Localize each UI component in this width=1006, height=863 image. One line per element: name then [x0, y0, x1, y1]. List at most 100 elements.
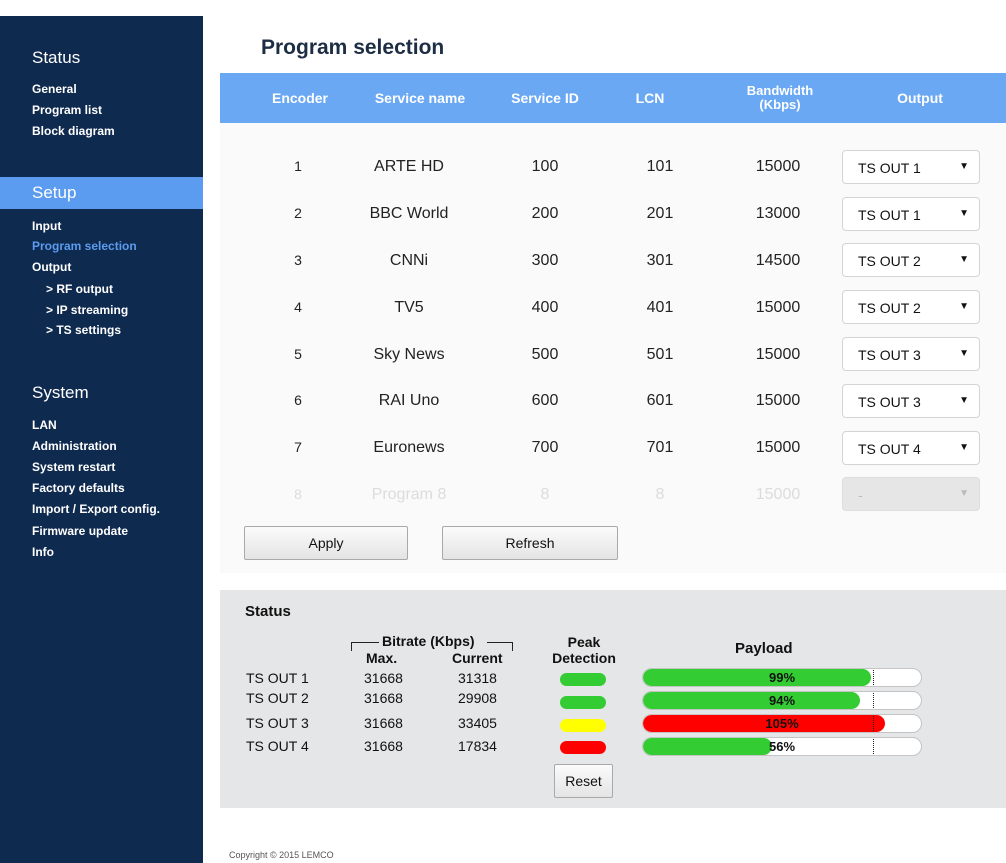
peak-indicator: [560, 741, 606, 754]
chevron-down-icon: ▼: [959, 301, 969, 312]
output-select[interactable]: TS OUT 1 ▼: [842, 150, 980, 184]
output-select[interactable]: TS OUT 3 ▼: [842, 337, 980, 371]
service-name-cell: Sky News: [373, 346, 445, 363]
lcn-cell: 8: [655, 486, 665, 503]
output-select-value: TS OUT 1: [858, 207, 921, 223]
encoder-cell: 7: [294, 439, 302, 455]
output-select[interactable]: TS OUT 4 ▼: [842, 431, 980, 465]
ts-name: TS OUT 1: [246, 670, 309, 686]
sidebar-item-lan[interactable]: LAN: [32, 418, 57, 432]
encoder-cell: 1: [294, 158, 302, 174]
peak-indicator: [560, 696, 606, 709]
sidebar-item-program-list[interactable]: Program list: [32, 103, 102, 117]
chevron-down-icon: ▼: [959, 442, 969, 453]
payload-value: 56%: [768, 739, 796, 754]
bandwidth-cell: 15000: [755, 346, 801, 363]
detection-header: Detection: [552, 650, 616, 666]
sidebar: Status General Program list Block diagra…: [0, 16, 203, 863]
lcn-cell: 701: [646, 439, 674, 456]
sidebar-section-status: Status: [32, 48, 81, 67]
ts-name: TS OUT 4: [246, 738, 309, 754]
sidebar-item-system-restart[interactable]: System restart: [32, 460, 115, 474]
service-id-cell: 400: [531, 299, 559, 316]
encoder-cell: 5: [294, 346, 302, 362]
header-bandwidth: Bandwidth (Kbps): [730, 73, 830, 123]
service-id-cell: 300: [531, 252, 559, 269]
output-select-value: TS OUT 4: [858, 441, 921, 457]
lcn-cell: 501: [646, 346, 674, 363]
header-output: Output: [897, 90, 943, 106]
page-title: Program selection: [261, 36, 445, 59]
payload-bar: 105%: [642, 714, 922, 733]
current-header: Current: [452, 650, 503, 666]
service-name-cell: Program 8: [371, 486, 447, 503]
output-select[interactable]: TS OUT 2 ▼: [842, 243, 980, 277]
header-bandwidth-label: Bandwidth: [746, 83, 814, 98]
sidebar-item-output[interactable]: Output: [32, 260, 71, 274]
bandwidth-cell: 15000: [755, 486, 801, 503]
program-table-header: Encoder Service name Service ID LCN Band…: [220, 73, 1006, 123]
sidebar-item-firmware-update[interactable]: Firmware update: [32, 524, 128, 538]
output-select[interactable]: TS OUT 1 ▼: [842, 197, 980, 231]
service-id-cell: 8: [540, 486, 550, 503]
lcn-cell: 101: [646, 158, 674, 175]
header-bandwidth-unit: (Kbps): [759, 97, 801, 112]
header-lcn: LCN: [635, 90, 665, 106]
bandwidth-cell: 15000: [755, 392, 801, 409]
service-id-cell: 600: [531, 392, 559, 409]
payload-bar: 99%: [642, 668, 922, 687]
chevron-down-icon: ▼: [959, 488, 969, 499]
sidebar-item-block-diagram[interactable]: Block diagram: [32, 124, 115, 138]
bandwidth-cell: 14500: [755, 252, 801, 269]
sidebar-item-rf-output[interactable]: > RF output: [46, 282, 113, 296]
lcn-cell: 301: [646, 252, 674, 269]
output-select[interactable]: TS OUT 2 ▼: [842, 290, 980, 324]
service-id-cell: 700: [531, 439, 559, 456]
sidebar-item-ip-streaming[interactable]: > IP streaming: [46, 303, 128, 317]
chevron-down-icon: ▼: [959, 348, 969, 359]
service-name-cell: RAI Uno: [378, 392, 440, 409]
service-name-cell: BBC World: [369, 205, 449, 222]
output-select-value: -: [858, 487, 863, 503]
payload-bar: 94%: [642, 691, 922, 710]
service-id-cell: 100: [531, 158, 559, 175]
output-select[interactable]: TS OUT 3 ▼: [842, 384, 980, 418]
refresh-button[interactable]: Refresh: [442, 526, 618, 560]
lcn-cell: 601: [646, 392, 674, 409]
service-name-cell: TV5: [394, 299, 424, 316]
reset-button[interactable]: Reset: [554, 764, 613, 798]
sidebar-item-administration[interactable]: Administration: [32, 439, 117, 453]
sidebar-item-general[interactable]: General: [32, 82, 77, 96]
sidebar-item-ts-settings[interactable]: > TS settings: [46, 323, 121, 337]
encoder-cell: 6: [294, 392, 302, 408]
bitrate-max: 31668: [364, 715, 403, 731]
peak-indicator: [560, 719, 606, 732]
sidebar-item-factory-defaults[interactable]: Factory defaults: [32, 481, 125, 495]
sidebar-item-info[interactable]: Info: [32, 545, 54, 559]
chevron-down-icon: ▼: [959, 254, 969, 265]
status-title: Status: [245, 603, 291, 620]
payload-value: 99%: [768, 670, 796, 685]
header-service-name: Service name: [374, 90, 466, 106]
apply-button[interactable]: Apply: [244, 526, 408, 560]
ts-name: TS OUT 2: [246, 690, 309, 706]
service-name-cell: CNNi: [389, 252, 429, 269]
bandwidth-cell: 13000: [755, 205, 801, 222]
peak-header: Peak: [567, 634, 601, 650]
sidebar-item-program-selection[interactable]: Program selection: [32, 239, 137, 253]
lcn-cell: 401: [646, 299, 674, 316]
sidebar-item-import-export[interactable]: Import / Export config.: [32, 502, 160, 516]
sidebar-item-input[interactable]: Input: [32, 219, 61, 233]
encoder-cell: 2: [294, 205, 302, 221]
sidebar-section-setup: Setup: [0, 177, 203, 209]
lcn-cell: 201: [646, 205, 674, 222]
output-select-value: TS OUT 1: [858, 160, 921, 176]
encoder-cell: 8: [294, 486, 302, 502]
service-name-cell: Euronews: [373, 439, 445, 456]
ts-name: TS OUT 3: [246, 715, 309, 731]
bandwidth-cell: 15000: [755, 299, 801, 316]
encoder-cell: 3: [294, 252, 302, 268]
service-name-cell: ARTE HD: [374, 158, 444, 175]
sidebar-section-system: System: [32, 383, 89, 402]
chevron-down-icon: ▼: [959, 208, 969, 219]
